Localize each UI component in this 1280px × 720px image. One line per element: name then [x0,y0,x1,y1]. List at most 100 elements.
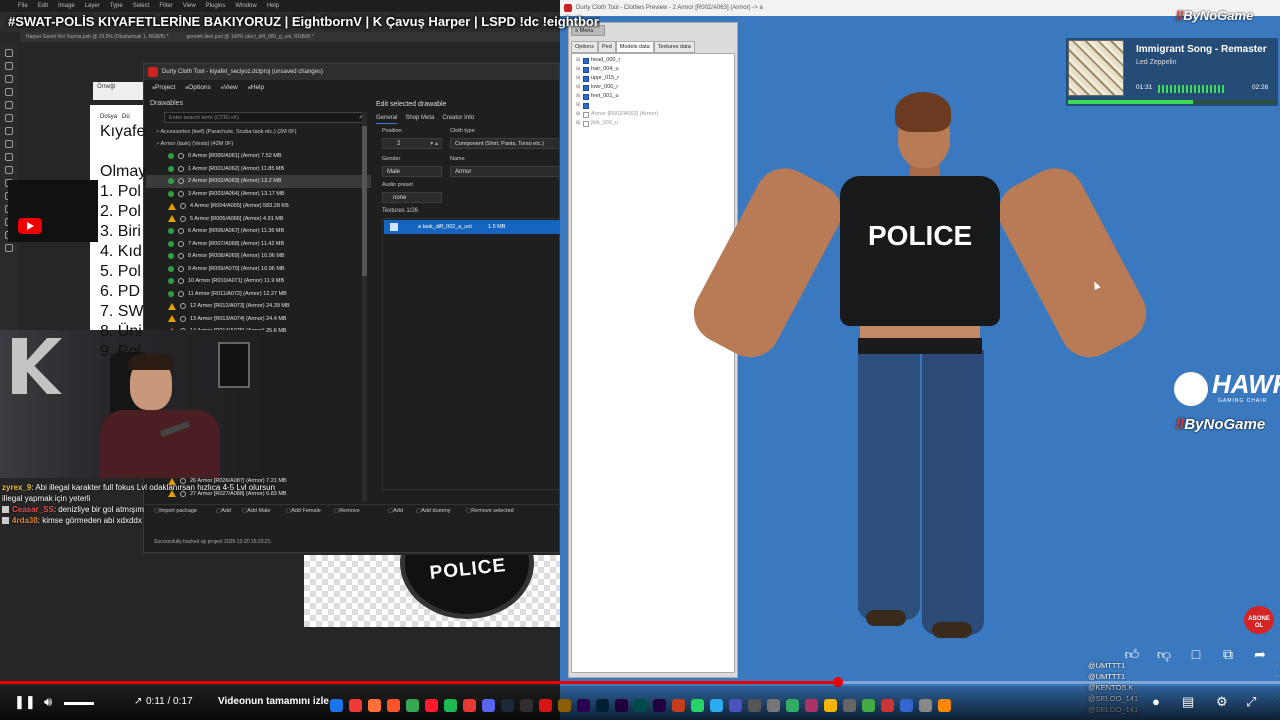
taskbar-adobe-acrobat-icon[interactable] [539,698,552,712]
taskbar-vivaldi-icon[interactable] [349,698,362,712]
ps-tab-1[interactable]: Harper Genel Rol Yazma.psb @ 29,5% (Olus… [26,32,168,42]
taskbar-folder-icon[interactable] [824,698,837,712]
watch-full-video[interactable]: Videonun tamamını izle [218,696,329,707]
pause-icon[interactable]: ❚❚ [14,694,36,710]
ps-menu-edit[interactable]: Edit [38,0,48,12]
taskbar-app-g-icon[interactable] [881,698,894,712]
taskbar-vlc-icon[interactable] [938,698,951,712]
audio-preset-select[interactable]: none [382,192,442,203]
ps-menu-window[interactable]: Window [235,0,256,12]
ps-menu-view[interactable]: View [183,0,196,12]
volume-slider[interactable] [64,702,94,705]
drawable-row[interactable]: 1 Armor [R001/A062] (Armor) 11.85 MB [146,163,371,176]
gender-select[interactable]: Male [382,166,442,177]
dodge-tool-icon[interactable] [5,166,13,174]
add-texture-button[interactable]: Add [388,508,403,514]
position-stepper[interactable]: 2 ▾ ▴ [382,138,442,149]
group-armor[interactable]: Armor (task) (Vests) (42M 0F) [146,138,371,150]
add-female-button[interactable]: Add Female [286,508,321,514]
taskbar-app-b-icon[interactable] [767,698,780,712]
drawable-row[interactable]: 7 Armor [R007/A068] (Armor) 11.42 MB [146,238,371,251]
remove-selected-button[interactable]: Remove selected [466,508,514,514]
tab-shop-meta[interactable]: Shop Meta [405,112,434,124]
stepper-arrows-icon[interactable]: ▾ ▴ [430,139,438,149]
model-tree-item[interactable]: ⊞ head_000_r [576,56,730,65]
expand-icon[interactable]: ⊞ [576,110,581,119]
taskbar-opera-icon[interactable] [425,698,438,712]
model-checkbox[interactable] [583,120,589,127]
ps-menu-image[interactable]: Image [58,0,75,12]
model-checkbox[interactable] [583,93,589,100]
drawable-row[interactable]: 9 Armor [R009/A070] (Armor) 10.96 MB [146,263,371,276]
menu-help[interactable]: Help [248,80,264,96]
search-input[interactable]: Enter search term (CTRL+F) [164,112,367,123]
ps-menu-type[interactable]: Type [110,0,123,12]
taskbar-ppt-icon[interactable] [672,698,685,712]
tab-creator-info[interactable]: Creator Info [442,112,474,124]
ps-tab-2[interactable]: gorelek decl.psd @ 100% (decl_diff_000_g… [186,32,314,42]
expand-icon[interactable]: ⊞ [576,119,581,128]
model-tree-item[interactable]: ⊞ feet_001_u [576,92,730,101]
stamp-tool-icon[interactable] [5,127,13,135]
tab-ped[interactable]: Ped [597,41,616,53]
drawable-row[interactable]: 5 Armor [R005/A066] (Armor) 4.91 MB [146,213,371,226]
eyedropper-tool-icon[interactable] [5,101,13,109]
expand-icon[interactable]: ⊞ [576,65,581,74]
zoom-tool-icon[interactable] [5,244,13,252]
drawable-row[interactable]: 4 Armor [R004/A065] (Armor) 583.28 KB [146,200,371,213]
expand-icon[interactable]: ⊞ [576,83,581,92]
taskbar-app-c-icon[interactable] [786,698,799,712]
lasso-tool-icon[interactable] [5,75,13,83]
drawable-row[interactable]: 12 Armor [R012/A073] (Armor) 24.39 MB [146,300,371,313]
drawable-row[interactable]: 2 Armor [R002/A063] (Armor) 13.2 MB [146,175,371,188]
group-accessories[interactable]: Accessories (teef) (Parachute, Scuba tan… [146,126,371,138]
drawable-row[interactable]: 13 Armor [R013/A074] (Armor) 24.4 MB [146,313,371,326]
taskbar-obs-icon[interactable] [520,698,533,712]
expand-icon[interactable]: ⊞ [576,74,581,83]
subtitles-icon[interactable]: ▤ [1182,694,1194,710]
gradient-tool-icon[interactable] [5,153,13,161]
menu-view[interactable]: View [221,80,238,96]
ps-menu-help[interactable]: Help [267,0,279,12]
cloth-type-select[interactable]: Component (Shirt, Pants, Torso etc.) [450,138,560,149]
taskbar-chrome-icon[interactable] [406,698,419,712]
drawables-scrollbar[interactable] [362,112,367,502]
menu-options[interactable]: Options [185,80,210,96]
taskbar-app-e-icon[interactable] [843,698,856,712]
menu-project[interactable]: Project [152,80,175,96]
taskbar-media-encoder-icon[interactable] [653,698,666,712]
ps-menu-plugins[interactable]: Plugins [206,0,226,12]
taskbar-audition-icon[interactable] [634,698,647,712]
model-tree-item[interactable]: ⊞ jbib_000_u [576,119,730,128]
marquee-tool-icon[interactable] [5,62,13,70]
taskbar-premiere-icon[interactable] [577,698,590,712]
model-tree-item[interactable]: ⊞ lowr_000_r [576,83,730,92]
taskbar-teams-icon[interactable] [729,698,742,712]
tab-models-data[interactable]: Models data [615,41,654,53]
model-checkbox[interactable] [583,66,589,73]
model-checkbox[interactable] [583,84,589,91]
fullscreen-icon[interactable]: ⤢ [1246,694,1256,710]
taskbar-bridge-icon[interactable] [558,698,571,712]
taskbar-edge-icon[interactable] [330,698,343,712]
ps-menu-select[interactable]: Select [133,0,150,12]
taskbar-steam-icon[interactable] [501,698,514,712]
expand-icon[interactable]: ⊞ [576,101,581,110]
subscribe-badge[interactable]: ABONE OL [1244,606,1274,634]
taskbar-music-icon[interactable] [463,698,476,712]
tab-textures-data[interactable]: Textures data [653,41,695,53]
drawable-row[interactable]: 3 Armor [R003/A064] (Armor) 13.17 MB [146,188,371,201]
taskbar-telegram-icon[interactable] [710,698,723,712]
taskbar-app-d-icon[interactable] [805,698,818,712]
taskbar-whatsapp-icon[interactable] [691,698,704,712]
taskbar-app-f-icon[interactable] [862,698,875,712]
autoplay-toggle-icon[interactable]: ● [1152,694,1160,709]
drawable-row[interactable]: 11 Armor [R011/A072] (Armor) 12.27 MB [146,288,371,301]
ps-menu-file[interactable]: File [18,0,28,12]
model-checkbox[interactable] [583,75,589,82]
eraser-tool-icon[interactable] [5,140,13,148]
taskbar-app-a-icon[interactable] [748,698,761,712]
expand-icon[interactable]: ⊞ [576,56,581,65]
volume-icon[interactable]: 🔊︎ [44,694,52,710]
taskbar-discord-icon[interactable] [482,698,495,712]
